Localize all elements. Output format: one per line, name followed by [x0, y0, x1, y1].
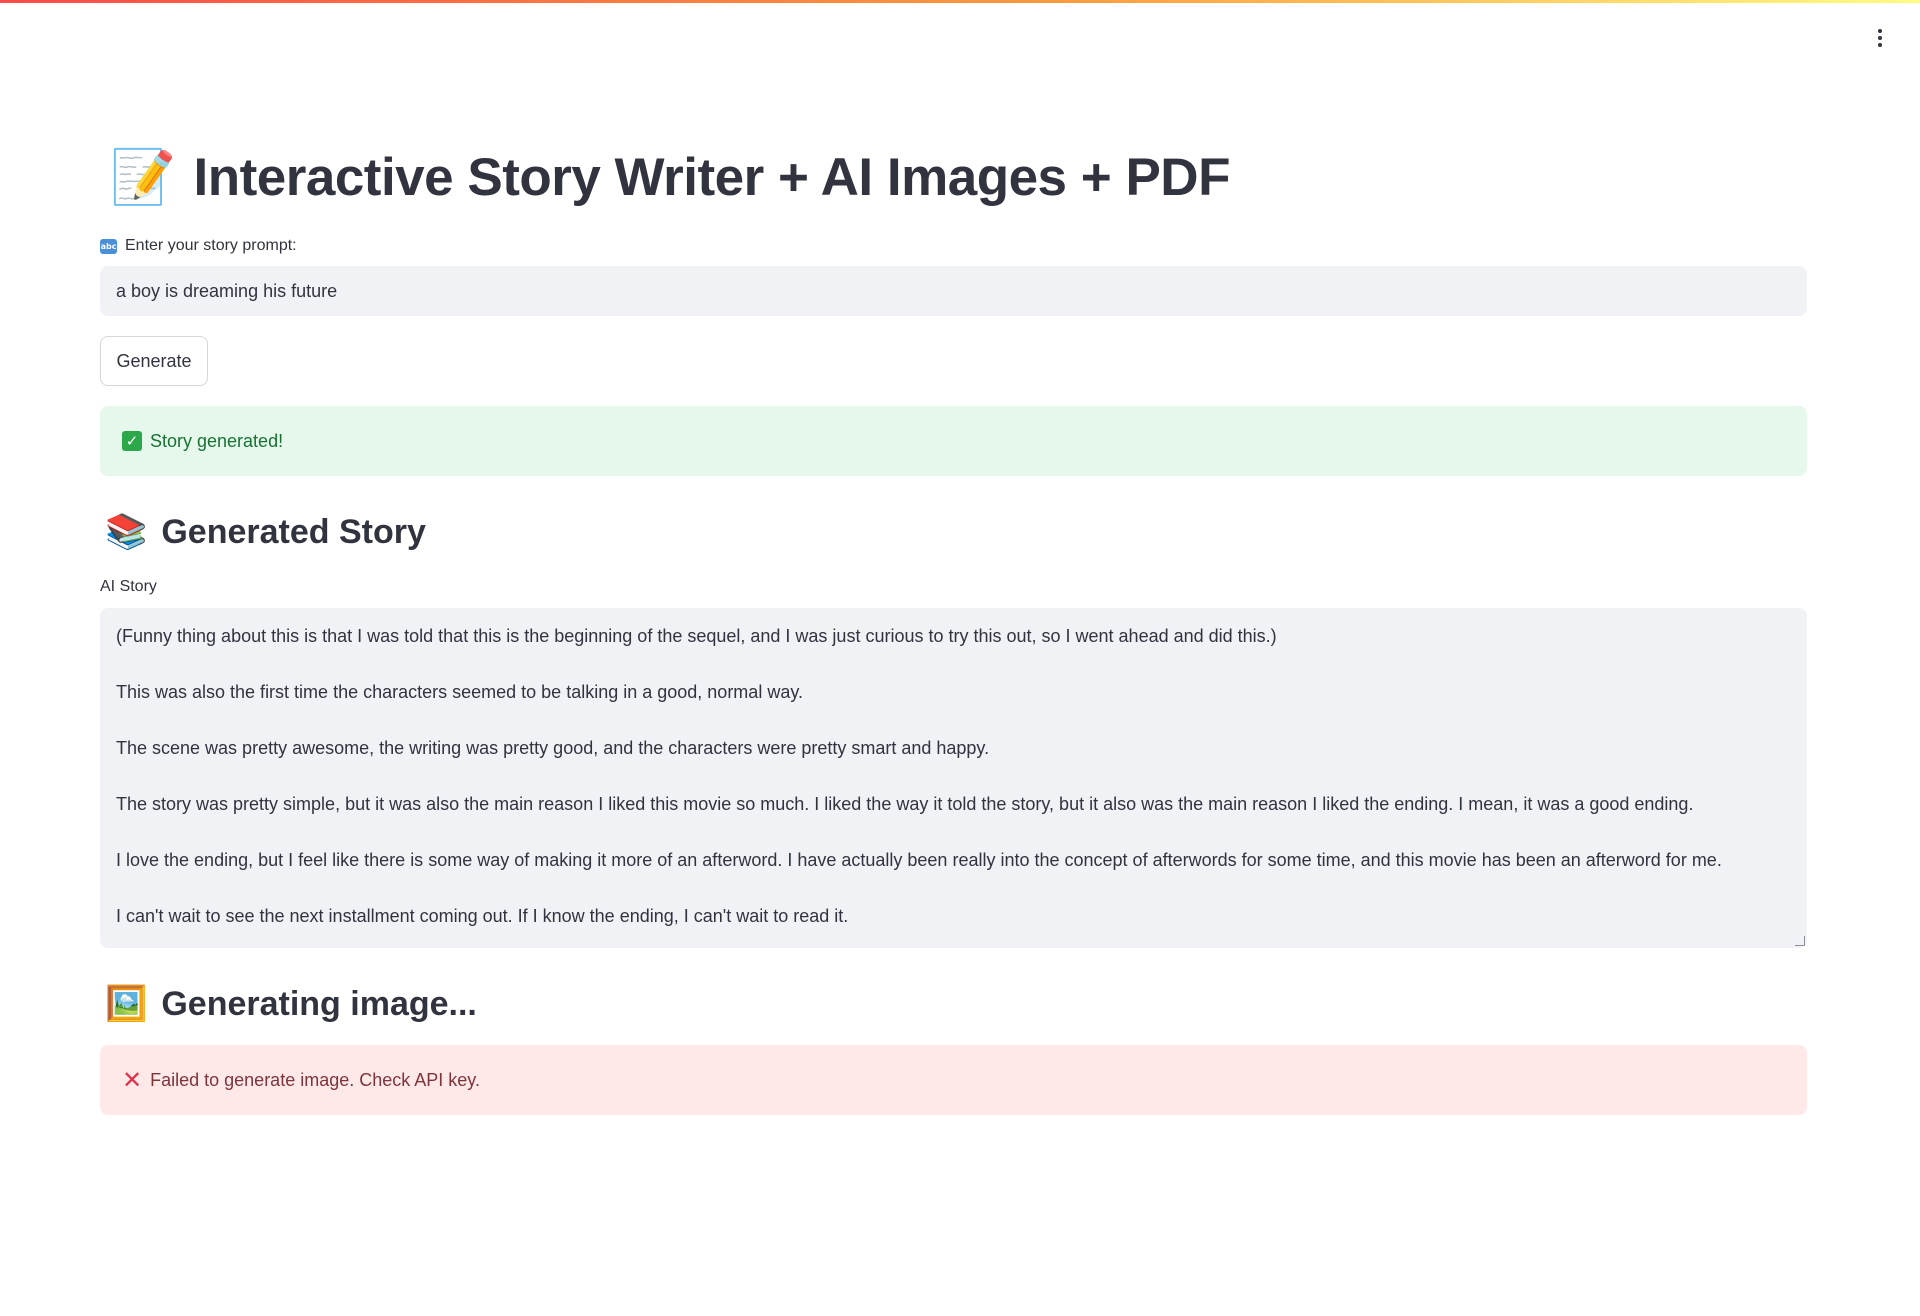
memo-icon: 📝 — [110, 148, 176, 207]
error-alert: ✕ Failed to generate image. Check API ke… — [100, 1045, 1807, 1115]
generate-button[interactable]: Generate — [100, 336, 208, 386]
picture-icon: 🖼️ — [105, 985, 148, 1023]
x-icon: ✕ — [122, 1066, 143, 1094]
story-paragraph: (Funny thing about this is that I was to… — [116, 626, 1277, 646]
story-paragraph: I can't wait to see the next installment… — [116, 906, 849, 926]
resize-handle-icon[interactable] — [1795, 936, 1805, 946]
more-vertical-icon — [1878, 29, 1882, 33]
ai-story-textarea[interactable]: (Funny thing about this is that I was to… — [100, 608, 1807, 948]
page-title: 📝 Interactive Story Writer + AI Images +… — [110, 142, 1230, 212]
success-alert-text: Story generated! — [150, 430, 284, 451]
page-title-text: Interactive Story Writer + AI Images + P… — [193, 147, 1231, 207]
error-alert-text: Failed to generate image. Check API key. — [150, 1069, 480, 1090]
header-decoration-bar — [0, 0, 1920, 3]
story-heading-text: Generated Story — [161, 512, 426, 551]
prompt-label-text: Enter your story prompt: — [125, 237, 297, 254]
story-paragraph: The story was pretty simple, but it was … — [116, 794, 1694, 814]
story-paragraph: The scene was pretty awesome, the writin… — [116, 738, 990, 758]
abc-icon: abc — [100, 238, 117, 254]
prompt-label: abc Enter your story prompt: — [100, 236, 297, 256]
story-paragraph: I love the ending, but I feel like there… — [116, 850, 1722, 870]
story-paragraph: This was also the first time the charact… — [116, 682, 803, 702]
image-heading: 🖼️ Generating image... — [105, 982, 477, 1026]
image-heading-text: Generating image... — [161, 984, 477, 1023]
books-icon: 📚 — [105, 513, 148, 551]
main-menu-button[interactable] — [1866, 24, 1894, 52]
check-icon: ✓ — [122, 431, 142, 451]
ai-story-label: AI Story — [100, 578, 157, 595]
success-alert: ✓ Story generated! — [100, 406, 1807, 476]
story-heading: 📚 Generated Story — [105, 510, 426, 554]
story-prompt-input[interactable] — [100, 266, 1807, 316]
